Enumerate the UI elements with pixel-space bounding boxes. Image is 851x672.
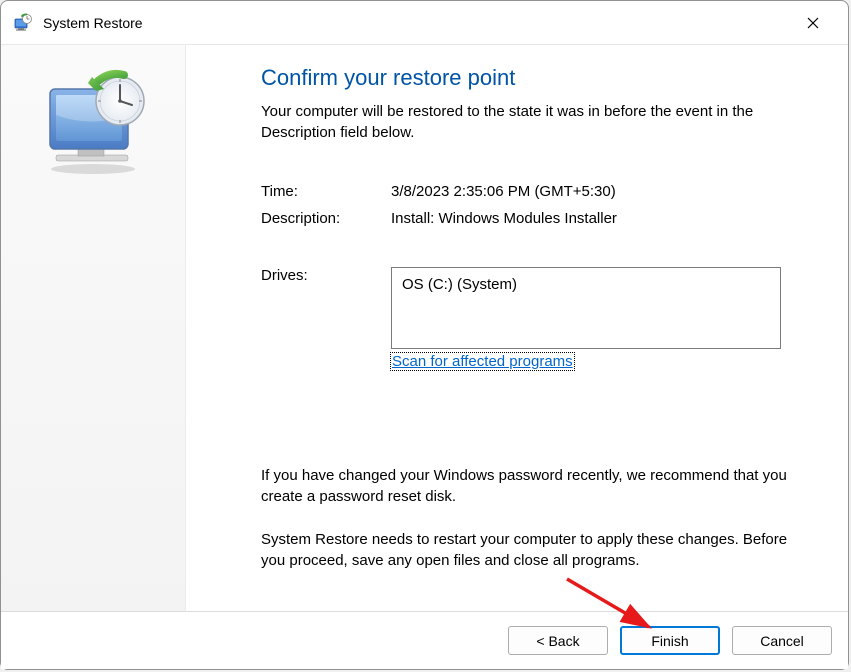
bottom-notes: If you have changed your Windows passwor…	[261, 465, 813, 593]
drive-item: OS (C:) (System)	[402, 276, 517, 293]
drives-row: Drives: OS (C:) (System)	[261, 267, 813, 349]
system-restore-window: System Restore	[0, 0, 849, 670]
back-button[interactable]: < Back	[508, 626, 608, 655]
time-row: Time: 3/8/2023 2:35:06 PM (GMT+5:30)	[261, 183, 813, 200]
restart-note: System Restore needs to restart your com…	[261, 529, 813, 571]
drives-listbox[interactable]: OS (C:) (System)	[391, 267, 781, 349]
dialog-body: Confirm your restore point Your computer…	[1, 45, 848, 611]
finish-button[interactable]: Finish	[620, 626, 720, 655]
button-bar: < Back Finish Cancel	[1, 611, 848, 669]
content-panel: Confirm your restore point Your computer…	[186, 45, 848, 611]
drives-label: Drives:	[261, 267, 391, 349]
app-icon	[13, 13, 33, 33]
scan-affected-programs-link[interactable]: Scan for affected programs	[391, 353, 574, 370]
window-title: System Restore	[43, 15, 143, 31]
time-value: 3/8/2023 2:35:06 PM (GMT+5:30)	[391, 183, 813, 200]
titlebar: System Restore	[1, 1, 848, 45]
password-note: If you have changed your Windows passwor…	[261, 465, 813, 507]
page-subheading: Your computer will be restored to the st…	[261, 101, 813, 143]
close-button[interactable]	[790, 7, 836, 39]
description-label: Description:	[261, 210, 391, 227]
cancel-button[interactable]: Cancel	[732, 626, 832, 655]
sidebar	[1, 45, 186, 611]
time-label: Time:	[261, 183, 391, 200]
page-heading: Confirm your restore point	[261, 65, 813, 91]
description-value: Install: Windows Modules Installer	[391, 210, 813, 227]
restore-icon	[38, 67, 148, 181]
description-row: Description: Install: Windows Modules In…	[261, 210, 813, 227]
